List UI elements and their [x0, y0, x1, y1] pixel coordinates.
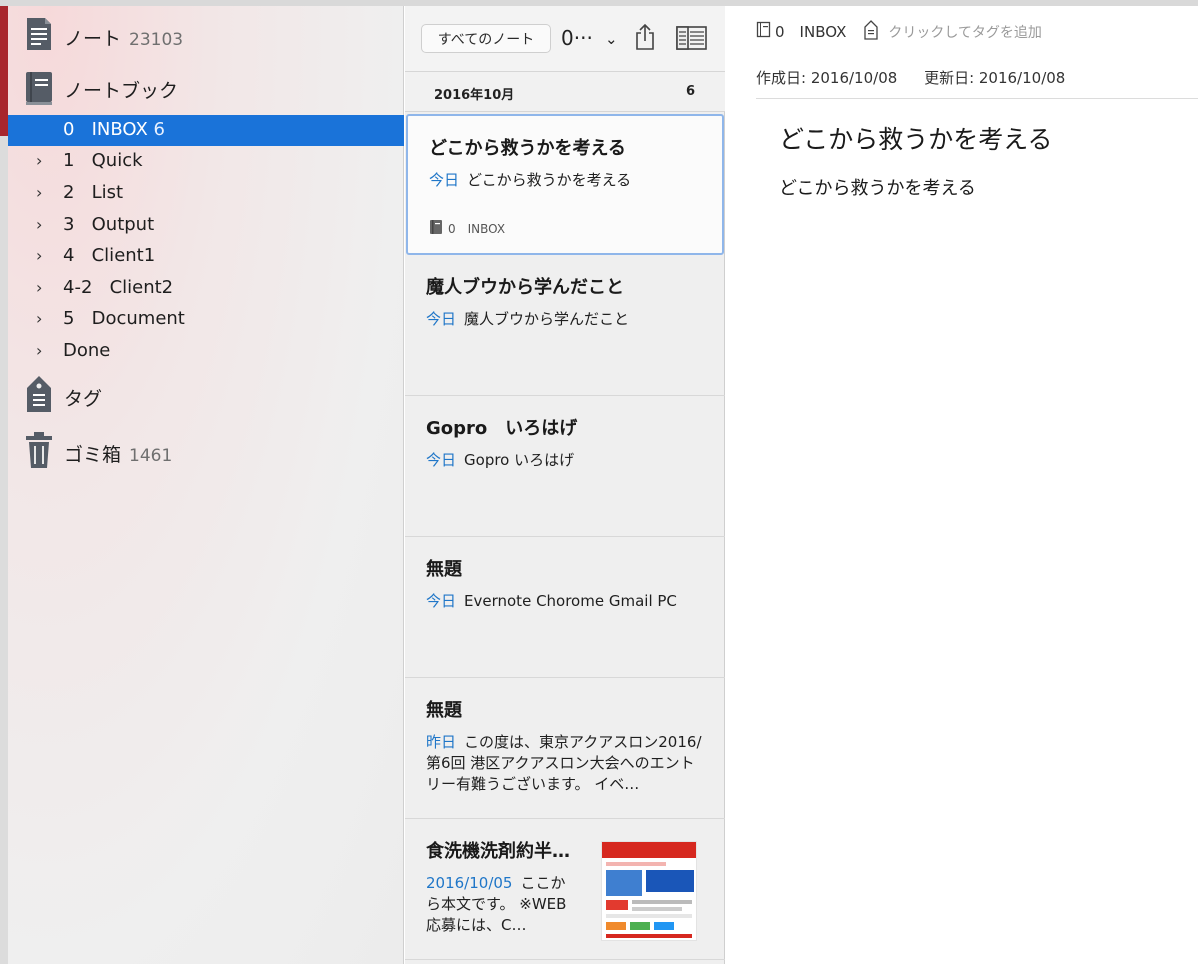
note-title: どこから救うかを考える: [429, 138, 626, 159]
window-edge-accent: [0, 6, 8, 136]
note-icon: [22, 14, 56, 54]
editor-dates: 作成日: 2016/10/08 更新日: 2016/10/08: [756, 67, 1087, 88]
share-icon[interactable]: [634, 23, 656, 51]
note-snippet-text: 魔人ブウから学んだこと: [464, 310, 630, 328]
divider: [756, 98, 1198, 99]
window-edge: [0, 136, 8, 964]
notebook-item-client1[interactable]: › 4 Client1: [8, 241, 404, 272]
note-date: 2016/10/05: [426, 874, 513, 892]
sidebar-trash[interactable]: ゴミ箱 1461: [8, 426, 404, 472]
note-card[interactable]: 無題 昨日 この度は、東京アクアスロン2016/第6回 港区アクアスロン大会へのエ…: [405, 678, 725, 819]
note-title: 食洗機洗剤約半…: [426, 841, 570, 862]
note-snippet-text: この度は、東京アクアスロン2016/第6回 港区アクアスロン大会へのエントリー有…: [426, 733, 702, 793]
note-date: 今日: [426, 310, 457, 328]
sidebar-trash-count: 1461: [129, 446, 173, 466]
sort-select[interactable]: 0···: [561, 26, 593, 50]
notebook-icon: [429, 219, 443, 238]
sidebar-tags-label: タグ: [64, 388, 103, 410]
note-card[interactable]: 魔人ブウから学んだこと 今日 魔人ブウから学んだこと: [405, 255, 725, 396]
note-date: 昨日: [426, 733, 457, 751]
note-notebook: INBOX: [467, 221, 506, 236]
chevron-right-icon[interactable]: ›: [36, 151, 42, 170]
chevron-right-icon[interactable]: ›: [36, 309, 42, 328]
sidebar-tags[interactable]: タグ: [8, 370, 404, 416]
chevron-right-icon[interactable]: ›: [36, 183, 42, 202]
note-snippet: 今日 Gopro いろはげ: [426, 450, 702, 471]
notebook-label: 4-2 Client2: [63, 277, 174, 298]
note-snippet: 2016/10/05 ここから本文です。 ※WEB 応募には、C…: [426, 873, 576, 936]
notebook-item-inbox[interactable]: 0 INBOX 6: [8, 115, 404, 146]
note-snippet: 今日 Evernote Chorome Gmail PC: [426, 591, 702, 612]
note-meta: 0 INBOX: [429, 219, 505, 238]
created-date: 作成日: 2016/10/08: [756, 69, 898, 87]
note-snippet: 今日 魔人ブウから学んだこと: [426, 309, 702, 330]
notebook-item-client2[interactable]: › 4-2 Client2: [8, 273, 404, 304]
notebook-item-quick[interactable]: › 1 Quick: [8, 146, 404, 177]
note-editor: 0 INBOX クリックしてタグを追加 作成日: 2016/10/08 更新日:…: [726, 6, 1198, 964]
notebook-label: 1 Quick: [63, 150, 143, 171]
note-card[interactable]: どこから救うかを考える 今日 どこから救うかを考える 0 INBOX: [406, 114, 724, 255]
note-title: 魔人ブウから学んだこと: [426, 277, 624, 298]
chevron-right-icon[interactable]: ›: [36, 341, 42, 360]
note-notebook-count: 0: [448, 221, 456, 236]
notebook-item-done[interactable]: › Done: [8, 336, 404, 367]
note-snippet: 昨日 この度は、東京アクアスロン2016/第6回 港区アクアスロン大会へのエントリ…: [426, 732, 702, 795]
notebook-label: Done: [63, 340, 111, 361]
updated-date: 更新日: 2016/10/08: [924, 69, 1066, 87]
chevron-right-icon[interactable]: ›: [36, 246, 42, 265]
chevron-right-icon[interactable]: ›: [36, 278, 42, 297]
note-date: 今日: [426, 451, 457, 469]
notebook-icon[interactable]: [756, 21, 772, 43]
editor-meta-bar: 0 INBOX クリックしてタグを追加: [756, 20, 1042, 44]
trash-icon: [22, 430, 56, 470]
notebook-label: 4 Client1: [63, 245, 156, 266]
sidebar-notes-label: ノート: [64, 28, 122, 50]
month-count: 6: [685, 84, 695, 99]
tag-icon: [22, 374, 56, 414]
note-thumbnail-image: [601, 841, 697, 941]
month-label: 2016年10月: [434, 88, 515, 103]
note-list-toolbar: すべてのノート 0··· ⌄: [405, 6, 725, 72]
sidebar-notes[interactable]: ノート 23103: [8, 10, 404, 56]
notebook-item-output[interactable]: › 3 Output: [8, 210, 404, 241]
note-title: Gopro いろはげ: [426, 418, 578, 439]
tag-add-field[interactable]: クリックしてタグを追加: [888, 22, 1042, 42]
notebook-label: 5 Document: [63, 308, 185, 329]
note-list: すべてのノート 0··· ⌄ 2016年10月 6 どこから救うかを考える 今日…: [405, 6, 725, 964]
note-title: 無題: [426, 559, 462, 580]
month-header: 2016年10月 6: [405, 72, 725, 112]
chevron-down-icon[interactable]: ⌄: [605, 30, 618, 48]
note-body-field[interactable]: どこから救うかを考える: [779, 174, 976, 200]
notebook-icon: [22, 68, 56, 108]
chevron-right-icon[interactable]: ›: [36, 215, 42, 234]
notebook-count: 6: [153, 119, 165, 140]
sidebar-trash-label: ゴミ箱: [64, 444, 122, 466]
all-notes-button[interactable]: すべてのノート: [421, 24, 551, 53]
sidebar-notebooks[interactable]: ノートブック: [8, 64, 404, 112]
note-card[interactable]: 無題 今日 Evernote Chorome Gmail PC: [405, 537, 725, 678]
note-title: 無題: [426, 700, 462, 721]
editor-notebook-name[interactable]: INBOX: [800, 23, 847, 41]
note-snippet-text: どこから救うかを考える: [467, 171, 632, 189]
note-card[interactable]: Gopro いろはげ 今日 Gopro いろはげ: [405, 396, 725, 537]
sidebar-notebooks-label: ノートブック: [64, 80, 179, 102]
notebook-item-list[interactable]: › 2 List: [8, 178, 404, 209]
note-snippet-text: Evernote Chorome Gmail PC: [464, 592, 677, 610]
notebook-item-document[interactable]: › 5 Document: [8, 304, 404, 335]
sidebar-notes-count: 23103: [129, 30, 184, 50]
notebook-label: 3 Output: [63, 214, 155, 235]
sidebar: ノート 23103 ノートブック 0 INBOX 6 › 1 Quick › 2 …: [8, 6, 404, 964]
note-snippet-text: Gopro いろはげ: [464, 451, 575, 469]
tag-icon[interactable]: [864, 20, 878, 44]
notebook-label: 0 INBOX: [63, 119, 148, 140]
view-toggle-icon[interactable]: [676, 26, 707, 50]
note-card[interactable]: 食洗機洗剤約半… 2016/10/05 ここから本文です。 ※WEB 応募には、C…: [405, 819, 725, 960]
note-date: 今日: [429, 171, 460, 189]
editor-notebook-count: 0: [775, 23, 785, 41]
note-date: 今日: [426, 592, 457, 610]
notebook-label: 2 List: [63, 182, 124, 203]
note-title-field[interactable]: どこから救うかを考える: [779, 120, 1053, 156]
note-snippet: 今日 どこから救うかを考える: [429, 170, 705, 191]
